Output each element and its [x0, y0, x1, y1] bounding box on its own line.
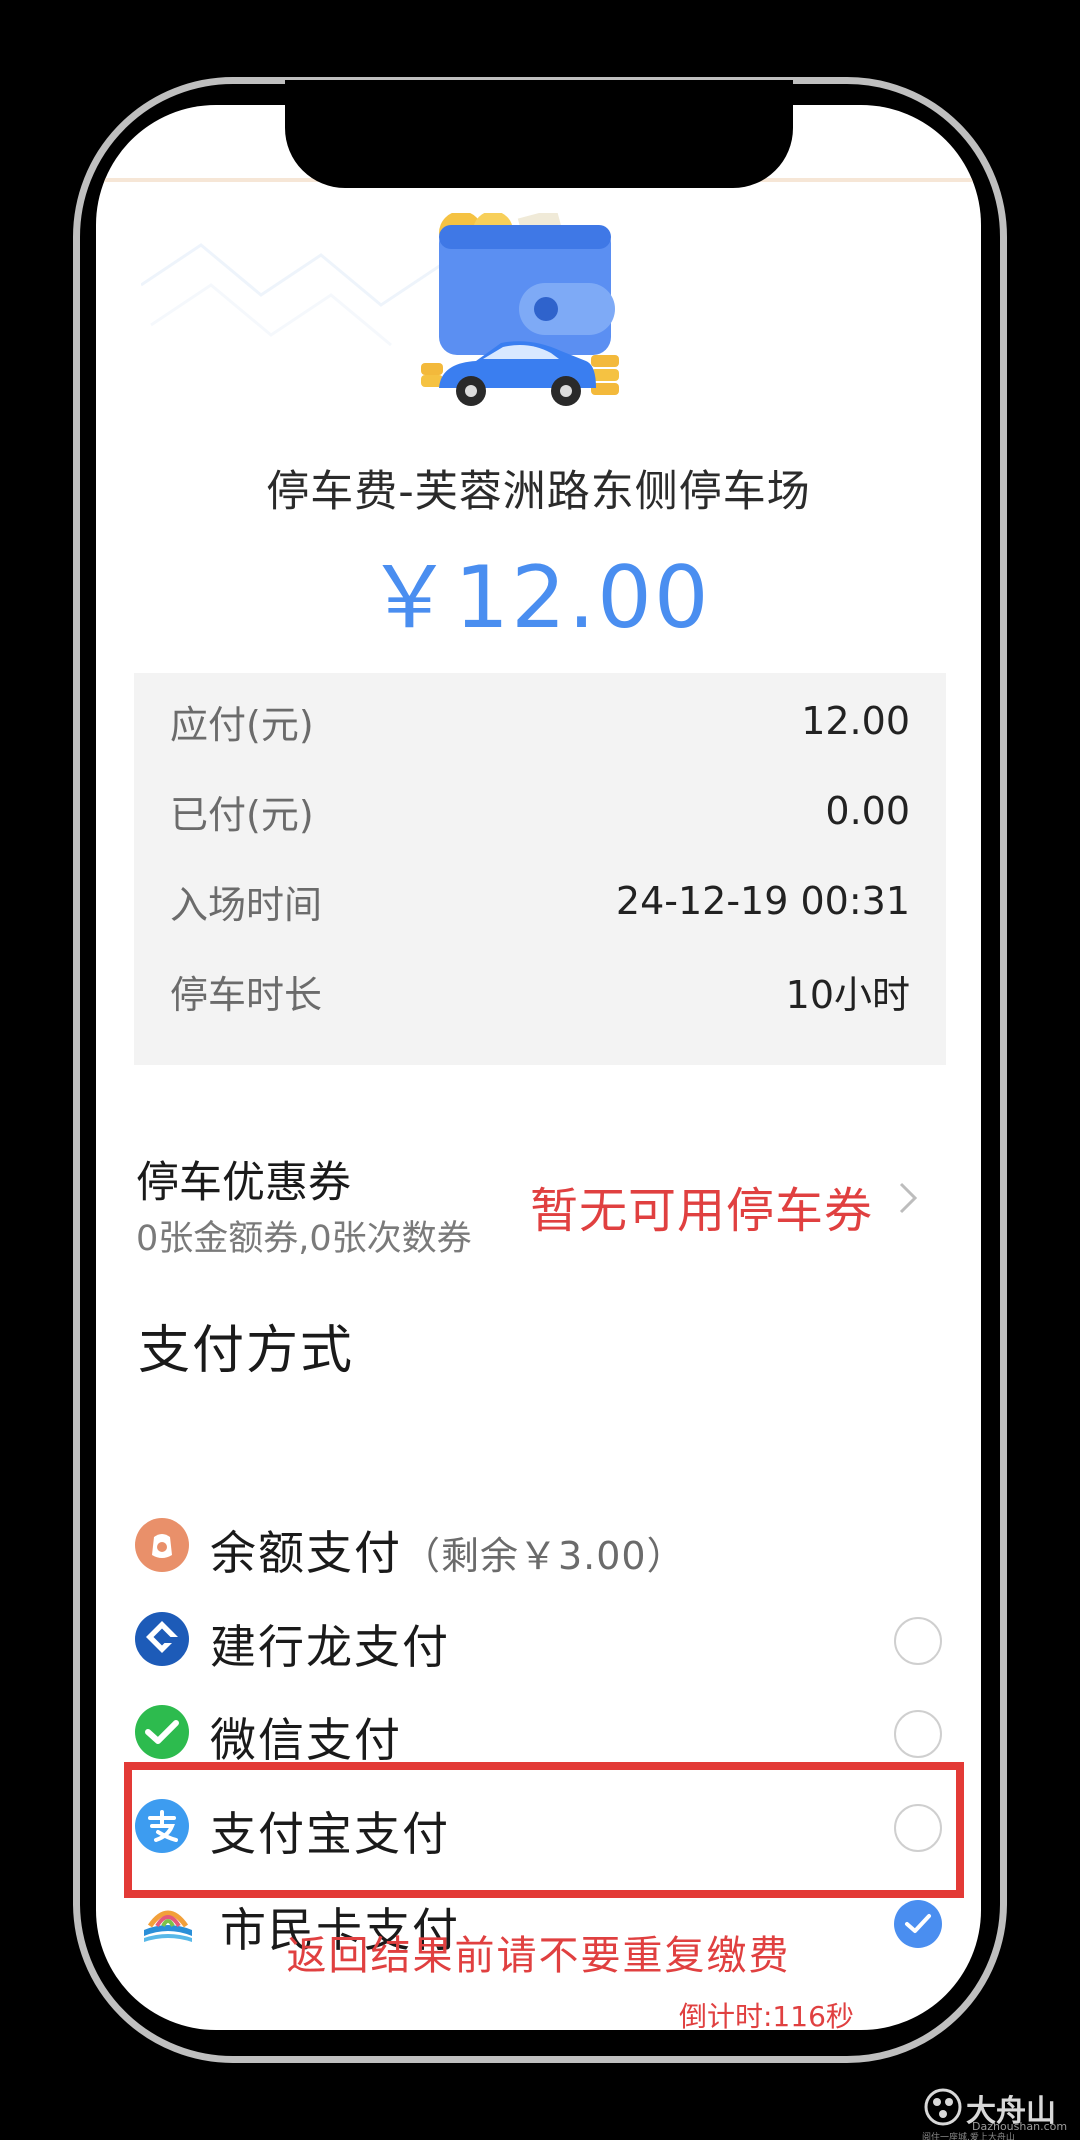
payment-method-name: 余额支付 [210, 1526, 402, 1580]
payment-method-wechat[interactable]: 微信支付 [134, 1692, 946, 1772]
radio-wechat[interactable] [894, 1710, 942, 1758]
detail-value: 0.00 [825, 789, 910, 833]
payment-amount: ￥12.00 [366, 548, 711, 648]
coupon-subtitle: 0张金额券,0张次数券 [136, 1219, 472, 1259]
payment-section-title: 支付方式 [138, 1321, 355, 1381]
detail-row-entry-time: 入场时间 24-12-19 00:31 [170, 871, 910, 931]
payment-method-ccb[interactable]: 建行龙支付 [134, 1599, 946, 1679]
fee-details-panel: 应付(元) 12.00 已付(元) 0.00 入场时间 24-12-19 00:… [134, 673, 946, 1065]
watermark: 大舟山 Dazhoushan.com 阅住一座城,爱上大舟山 [920, 2086, 1070, 2140]
detail-label: 停车时长 [170, 972, 323, 1017]
countdown-timer: 倒计时:116秒 [679, 2000, 854, 2030]
detail-value: 12.00 [801, 699, 910, 743]
detail-label: 应付(元) [170, 702, 314, 747]
duplicate-payment-warning: 返回结果前请不要重复缴费 [286, 1933, 791, 1979]
watermark-slogan: 阅住一座城,爱上大舟山 [922, 2133, 1015, 2140]
chevron-right-icon[interactable] [893, 1178, 923, 1218]
detail-value: 10小时 [785, 972, 910, 1017]
balance-icon [135, 1518, 189, 1572]
balance-remaining: （剩余￥3.00） [402, 1534, 686, 1578]
payment-method-name: 建行龙支付 [210, 1620, 450, 1674]
coupon-status[interactable]: 暂无可用停车券 [530, 1171, 873, 1241]
payment-method-balance[interactable]: 余额支付（剩余￥3.00） [134, 1505, 946, 1585]
coupon-title: 停车优惠券 [136, 1158, 351, 1208]
detail-row-paid: 已付(元) 0.00 [170, 781, 910, 841]
wallet-car-illustration [421, 213, 619, 406]
phone-notch [285, 80, 793, 188]
radio-ccb[interactable] [894, 1617, 942, 1665]
detail-label: 入场时间 [170, 882, 323, 927]
parking-lot-title: 停车费-芙蓉洲路东侧停车场 [266, 467, 811, 517]
ccb-icon [135, 1612, 189, 1666]
detail-label: 已付(元) [170, 792, 314, 837]
payment-method-label: 余额支付（剩余￥3.00） [210, 1517, 686, 1583]
wechat-icon [135, 1705, 189, 1759]
selection-highlight-box [124, 1762, 964, 1898]
payment-screen: 停车费-芙蓉洲路东侧停车场 ￥12.00 应付(元) 12.00 已付(元) 0… [96, 105, 981, 2030]
detail-row-payable: 应付(元) 12.00 [170, 691, 910, 751]
detail-value: 24-12-19 00:31 [615, 879, 910, 923]
watermark-logo-icon [924, 2088, 962, 2126]
detail-row-duration: 停车时长 10小时 [170, 961, 910, 1021]
payment-method-name: 微信支付 [210, 1713, 402, 1767]
